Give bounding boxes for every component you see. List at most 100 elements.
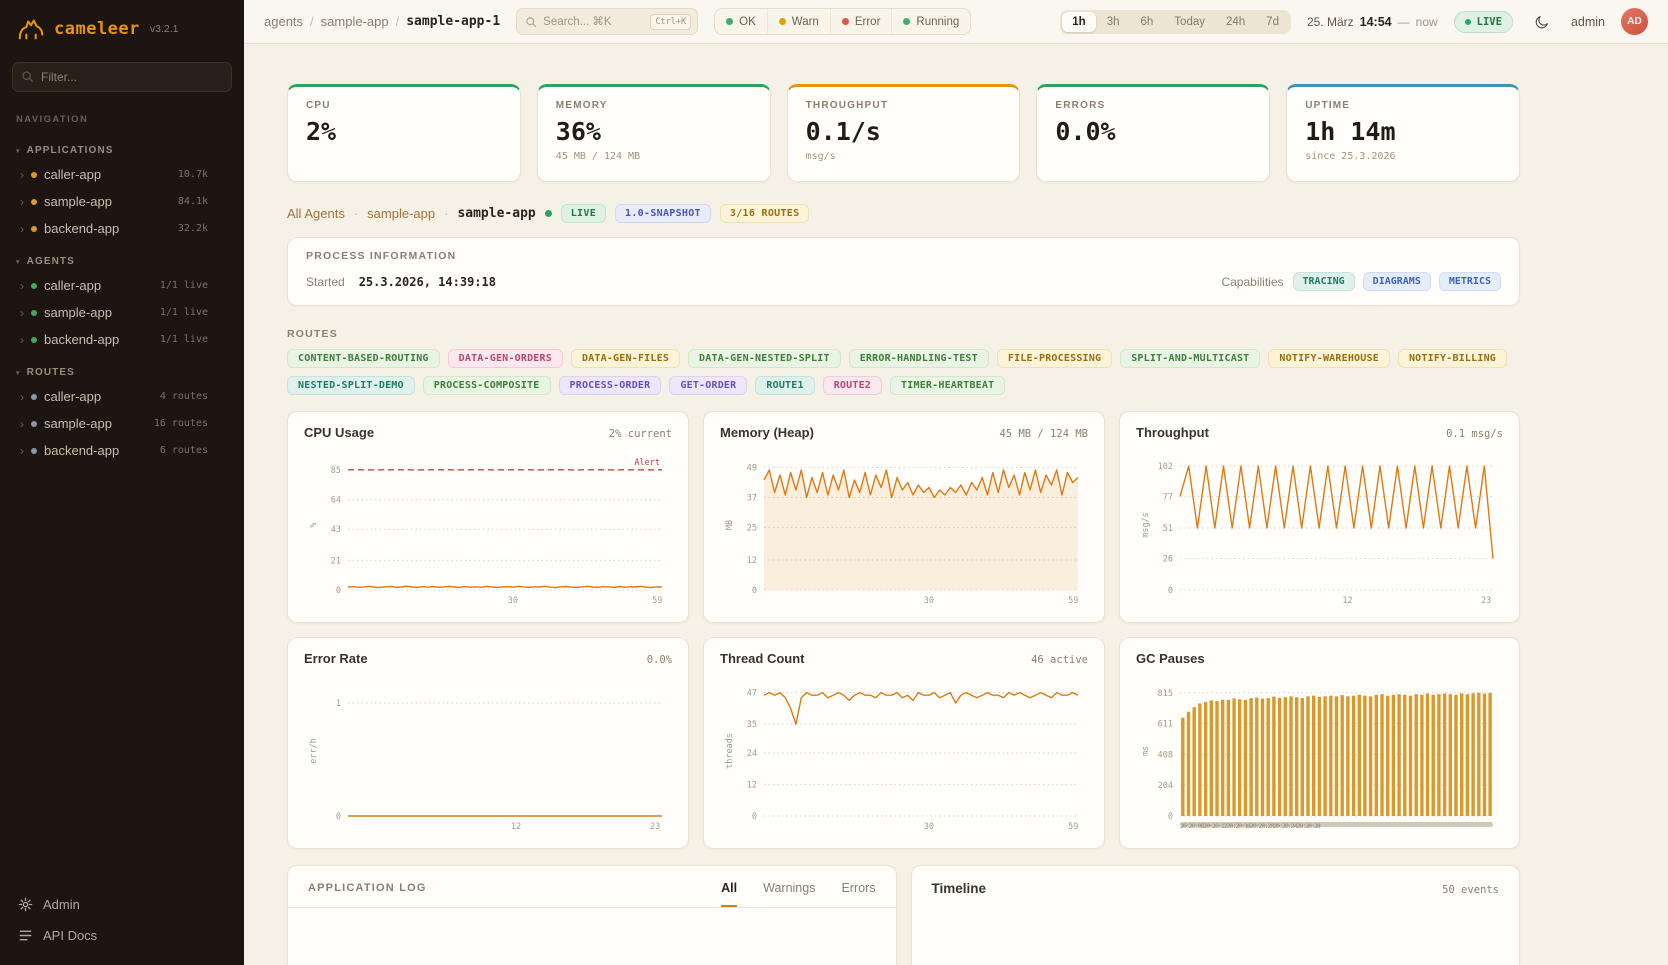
stat-sub: msg/s <box>806 151 1002 162</box>
svg-text:Alert: Alert <box>634 458 660 468</box>
sidebar-item-application[interactable]: › caller-app 10.7k <box>0 161 244 188</box>
breadcrumb-sample-app[interactable]: sample-app <box>321 14 389 29</box>
sidebar-item-route[interactable]: › caller-app 4 routes <box>0 383 244 410</box>
chart-title: Error Rate <box>304 651 368 666</box>
chart-plot[interactable]: 011223err/h <box>304 674 672 832</box>
time-range-button[interactable]: 24h <box>1216 12 1255 32</box>
process-information-panel: PROCESS INFORMATION Started 25.3.2026, 1… <box>287 237 1520 306</box>
chart-plot[interactable]: 02651771021223msg/s <box>1136 448 1503 606</box>
stat-card[interactable]: UPTIME 1h 14m since 25.3.2026 <box>1286 84 1520 182</box>
status-dot <box>31 199 37 205</box>
log-tab[interactable]: Warnings <box>763 881 815 907</box>
route-pill[interactable]: DATA-GEN-ORDERS <box>448 349 563 368</box>
global-search[interactable]: Ctrl+K <box>516 8 698 35</box>
sidebar-item-agent[interactable]: › caller-app 1/1 live <box>0 272 244 299</box>
chart-title: GC Pauses <box>1136 651 1205 666</box>
route-pill[interactable]: CONTENT-BASED-ROUTING <box>287 349 440 368</box>
search-input[interactable] <box>543 16 644 28</box>
sidebar-item-admin[interactable]: Admin <box>0 889 244 920</box>
sidebar-item-api-docs[interactable]: API Docs <box>0 920 244 951</box>
log-tab[interactable]: Errors <box>841 881 875 907</box>
svg-text:77: 77 <box>1163 492 1173 502</box>
stat-value: 0.1/s <box>806 117 1002 146</box>
chevron-right-icon: › <box>20 223 24 235</box>
route-pill[interactable]: NESTED-SPLIT-DEMO <box>287 376 415 395</box>
svg-text:12: 12 <box>1342 596 1352 606</box>
app-logo[interactable]: cameleer v3.2.1 <box>0 0 244 54</box>
svg-text:30: 30 <box>924 596 934 606</box>
search-icon <box>525 16 537 28</box>
sidebar-item-application[interactable]: › backend-app 32.2k <box>0 215 244 242</box>
sidebar-item-agent[interactable]: › backend-app 1/1 live <box>0 326 244 353</box>
section-agents[interactable]: ▾ AGENTS <box>0 242 244 272</box>
status-filter-chip[interactable]: Warn <box>768 9 831 34</box>
application-log-panel: APPLICATION LOG All Warnings Errors <box>287 865 897 965</box>
chart-plot[interactable]: 0122537493059MB <box>720 448 1088 606</box>
svg-text:611: 611 <box>1158 720 1173 730</box>
time-label: 14:54 <box>1360 15 1392 29</box>
sidebar-item-route[interactable]: › sample-app 16 routes <box>0 410 244 437</box>
time-range-button[interactable]: 6h <box>1131 12 1164 32</box>
route-pill[interactable]: SPLIT-AND-MULTICAST <box>1120 349 1260 368</box>
svg-text:1: 1 <box>336 699 341 709</box>
range-end: now <box>1416 15 1438 29</box>
date-range[interactable]: 25. März 14:54 — now <box>1307 15 1438 29</box>
time-range-button[interactable]: 3h <box>1097 12 1130 32</box>
stat-card[interactable]: ERRORS 0.0% <box>1036 84 1270 182</box>
route-pill[interactable]: FILE-PROCESSING <box>997 349 1112 368</box>
route-pill[interactable]: ROUTE1 <box>755 376 814 395</box>
chart-plot[interactable]: 0122435473059threads <box>720 674 1088 832</box>
route-pill[interactable]: NOTIFY-BILLING <box>1398 349 1507 368</box>
stat-card[interactable]: CPU 2% <box>287 84 521 182</box>
chart-title: Memory (Heap) <box>720 425 814 440</box>
sidebar-item-agent[interactable]: › sample-app 1/1 live <box>0 299 244 326</box>
svg-text:24: 24 <box>747 749 757 759</box>
route-pill[interactable]: PROCESS-COMPOSITE <box>423 376 551 395</box>
route-pill[interactable]: PROCESS-ORDER <box>559 376 662 395</box>
status-dot <box>31 172 37 178</box>
svg-text:59: 59 <box>652 596 662 606</box>
all-agents-link[interactable]: All Agents <box>287 206 345 221</box>
breadcrumb-agents[interactable]: agents <box>264 14 303 29</box>
stat-card[interactable]: MEMORY 36% 45 MB / 124 MB <box>537 84 771 182</box>
time-range-button[interactable]: 1h <box>1062 12 1095 32</box>
chart-card: Thread Count 46 active 0122435473059thre… <box>703 637 1105 849</box>
filter-input[interactable] <box>12 62 232 92</box>
status-filter-chip[interactable]: Error <box>831 9 893 34</box>
svg-text:12: 12 <box>747 556 757 566</box>
section-applications[interactable]: ▾ APPLICATIONS <box>0 131 244 161</box>
chart-title: Throughput <box>1136 425 1209 440</box>
chart-plot[interactable]: 0204408611815ms20:20:0820:20:1220:20:162… <box>1136 674 1503 832</box>
status-filter-chip[interactable]: OK <box>715 9 768 34</box>
stat-value: 36% <box>556 117 752 146</box>
status-dot <box>903 18 910 25</box>
route-pill[interactable]: NOTIFY-WAREHOUSE <box>1268 349 1390 368</box>
route-pill[interactable]: TIMER-HEARTBEAT <box>890 376 1005 395</box>
stat-card[interactable]: THROUGHPUT 0.1/s msg/s <box>787 84 1021 182</box>
svg-text:20:20:0820:20:1220:20:1620:20:: 20:20:0820:20:1220:20:1620:20:2020:20:24… <box>1180 822 1321 830</box>
svg-text:MB: MB <box>725 520 735 530</box>
status-filter-chip[interactable]: Running <box>892 9 970 34</box>
sample-app-link[interactable]: sample-app <box>367 206 435 221</box>
route-pill[interactable]: DATA-GEN-FILES <box>571 349 680 368</box>
live-toggle[interactable]: LIVE <box>1454 11 1513 33</box>
sidebar-item-route[interactable]: › backend-app 6 routes <box>0 437 244 464</box>
route-pill[interactable]: ERROR-HANDLING-TEST <box>849 349 989 368</box>
section-routes[interactable]: ▾ ROUTES <box>0 353 244 383</box>
dark-mode-toggle[interactable] <box>1529 9 1555 35</box>
capabilities-label: Capabilities <box>1221 275 1283 289</box>
time-range-button[interactable]: 7d <box>1256 12 1289 32</box>
chevron-right-icon: › <box>20 445 24 457</box>
svg-text:12: 12 <box>747 780 757 790</box>
user-name: admin <box>1571 15 1605 29</box>
sidebar-item-application[interactable]: › sample-app 84.1k <box>0 188 244 215</box>
svg-text:49: 49 <box>747 464 757 474</box>
route-pill[interactable]: DATA-GEN-NESTED-SPLIT <box>688 349 841 368</box>
time-range-button[interactable]: Today <box>1164 12 1215 32</box>
capability-badges: TRACING DIAGRAMS METRICS <box>1293 272 1501 291</box>
chart-plot[interactable]: 0214364853059%Alert <box>304 448 672 606</box>
route-pill[interactable]: ROUTE2 <box>823 376 882 395</box>
route-pill[interactable]: GET-ORDER <box>669 376 747 395</box>
log-tab[interactable]: All <box>721 881 737 907</box>
avatar[interactable]: AD <box>1621 8 1648 35</box>
